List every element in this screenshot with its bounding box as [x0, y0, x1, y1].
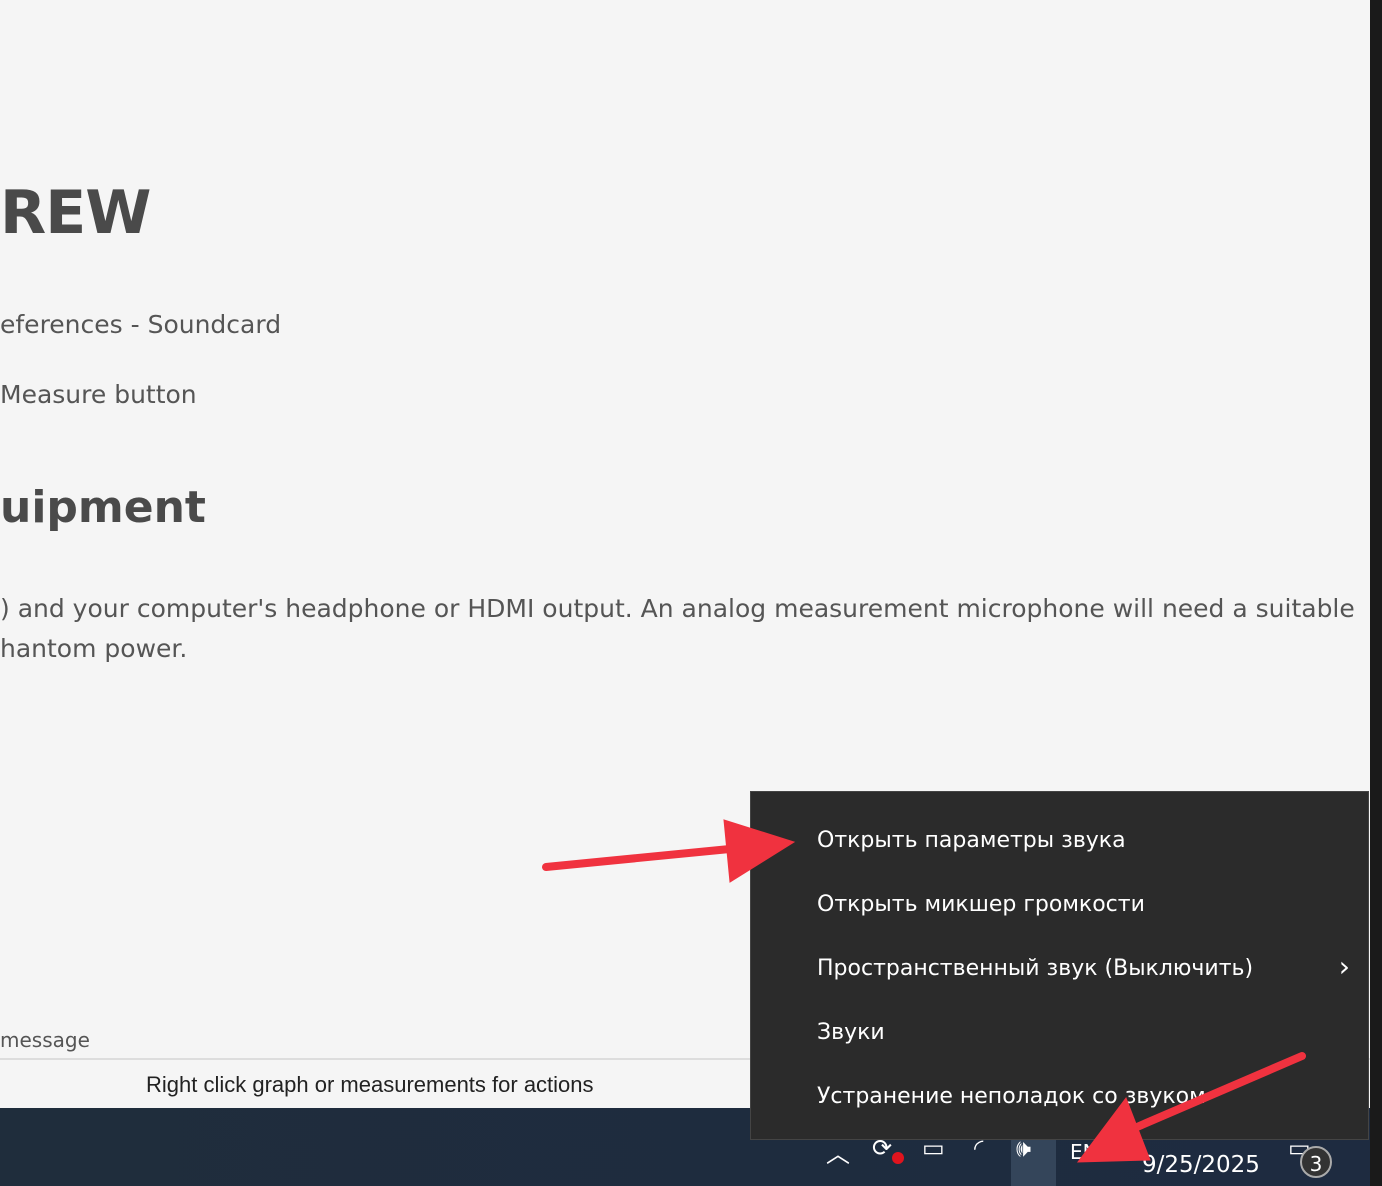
- sound-context-menu: Открыть параметры звука Открыть микшер г…: [750, 791, 1369, 1140]
- menu-item-open-sound-settings[interactable]: Открыть параметры звука: [817, 828, 1126, 853]
- chevron-right-icon: ›: [1338, 950, 1350, 983]
- paragraph-line: hantom power.: [0, 634, 188, 663]
- notification-badge: 3: [1300, 1146, 1332, 1178]
- section-heading: uipment: [0, 482, 206, 533]
- message-label: message: [0, 1028, 90, 1052]
- window-edge: [1370, 0, 1382, 1186]
- paragraph-line: ) and your computer's headphone or HDMI …: [0, 594, 1355, 623]
- menu-item-troubleshoot[interactable]: Устранение неполадок со звуком: [817, 1084, 1206, 1109]
- menu-item-volume-mixer[interactable]: Открыть микшер громкости: [817, 892, 1145, 917]
- clock-date[interactable]: 9/25/2025: [1142, 1152, 1260, 1178]
- step-measure: Measure button: [0, 380, 197, 409]
- menu-item-sounds[interactable]: Звуки: [817, 1020, 885, 1045]
- page-heading: REW: [0, 178, 151, 248]
- step-preferences: eferences - Soundcard: [0, 310, 282, 339]
- menu-item-spatial-sound[interactable]: Пространственный звук (Выключить): [817, 956, 1253, 981]
- language-indicator[interactable]: EN: [1070, 1140, 1098, 1164]
- status-text: Right click graph or measurements for ac…: [146, 1072, 594, 1097]
